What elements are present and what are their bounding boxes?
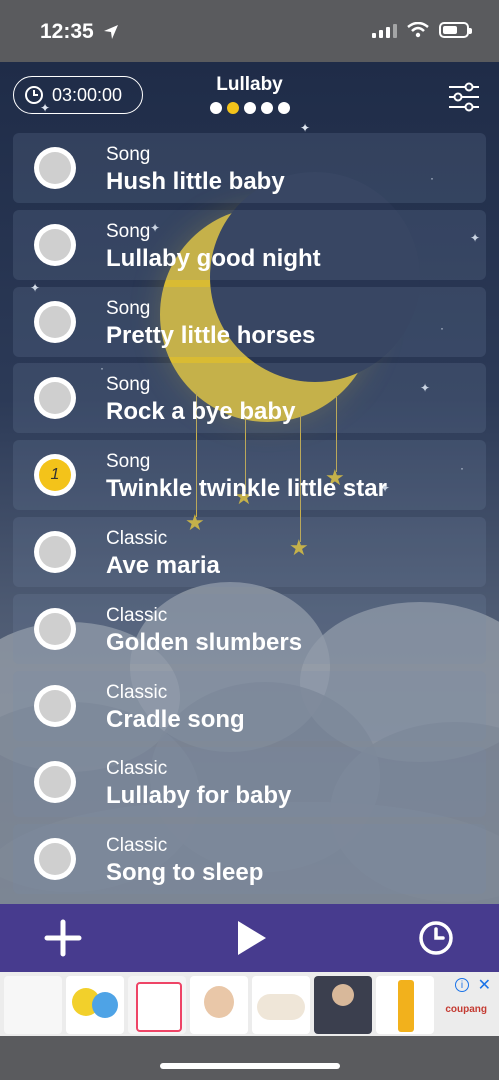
location-arrow-icon <box>104 25 118 39</box>
ad-product-image[interactable] <box>190 976 248 1034</box>
song-row[interactable]: 1 Song Twinkle twinkle little star <box>13 440 486 511</box>
ad-product-image[interactable] <box>4 976 62 1034</box>
song-row[interactable]: Classic Cradle song <box>13 670 486 741</box>
ad-info-icon[interactable]: i <box>455 978 469 992</box>
selection-number <box>39 766 71 798</box>
song-name: Golden slumbers <box>106 628 303 656</box>
song-row[interactable]: Song Pretty little horses <box>13 286 486 357</box>
play-icon[interactable] <box>230 918 270 958</box>
ad-product-image[interactable] <box>66 976 124 1034</box>
song-row[interactable]: Classic Golden slumbers <box>13 593 486 664</box>
song-name: Rock a bye baby <box>106 398 296 426</box>
select-circle[interactable] <box>34 684 76 727</box>
battery-icon <box>439 22 472 38</box>
equalizer-settings-icon[interactable] <box>447 80 481 114</box>
selection-number: 1 <box>50 466 60 484</box>
wifi-icon <box>407 22 429 38</box>
page-dot-active[interactable] <box>227 102 239 114</box>
plus-icon[interactable] <box>43 918 83 958</box>
select-circle[interactable] <box>34 838 76 881</box>
song-name: Lullaby for baby <box>106 782 292 810</box>
selection-number <box>39 382 71 414</box>
select-circle[interactable] <box>34 607 76 650</box>
ad-banner[interactable]: i ✕ coupang <box>0 972 499 1036</box>
selection-number <box>39 843 71 875</box>
song-category: Song <box>106 144 151 165</box>
song-name: Hush little baby <box>106 168 285 195</box>
selection-number <box>39 613 71 645</box>
select-circle[interactable] <box>34 147 76 189</box>
selection-number <box>39 229 71 261</box>
song-name: Cradle song <box>106 705 245 733</box>
select-circle[interactable] <box>34 223 76 266</box>
page-indicator[interactable] <box>210 102 290 114</box>
ad-brand: coupang <box>445 1004 487 1015</box>
status-time: 12:35 <box>40 20 94 43</box>
select-circle[interactable] <box>34 530 76 573</box>
song-category: Classic <box>106 604 168 626</box>
bottom-toolbar <box>0 904 499 972</box>
selected-circle[interactable]: 1 <box>34 454 76 497</box>
select-circle[interactable] <box>34 761 76 804</box>
ad-product-image[interactable] <box>376 976 434 1034</box>
selection-number <box>39 536 71 568</box>
selection-number <box>39 152 71 184</box>
signal-icon <box>372 22 397 38</box>
song-name: Twinkle twinkle little star <box>106 475 387 503</box>
song-name: Lullaby good night <box>106 244 321 272</box>
page-dot[interactable] <box>261 102 273 114</box>
song-row[interactable]: Song Lullaby good night <box>13 209 486 280</box>
song-name: Pretty little horses <box>106 321 316 349</box>
song-category: Classic <box>106 681 168 703</box>
song-category: Classic <box>106 758 168 780</box>
page-dot[interactable] <box>278 102 290 114</box>
song-category: Classic <box>106 835 168 857</box>
song-row[interactable]: Song Hush little baby <box>13 133 486 203</box>
song-row[interactable]: Song Rock a bye baby <box>13 363 486 434</box>
home-indicator-bar <box>0 1036 499 1080</box>
clock-icon[interactable] <box>416 918 456 958</box>
song-category: Song <box>106 374 151 396</box>
select-circle[interactable] <box>34 377 76 420</box>
song-category: Song <box>106 220 151 242</box>
song-row[interactable]: Classic Lullaby for baby <box>13 747 486 818</box>
song-category: Song <box>106 451 151 473</box>
page-dot[interactable] <box>210 102 222 114</box>
ad-close-icon[interactable]: ✕ <box>478 975 491 995</box>
song-row[interactable]: Classic Ave maria <box>13 516 486 587</box>
selection-number <box>39 306 71 338</box>
song-list: Song Hush little baby Song Lullaby good nig… <box>13 133 486 901</box>
song-row[interactable]: Classic Song to sleep <box>13 824 486 895</box>
ad-product-image[interactable] <box>252 976 310 1034</box>
page-title: Lullaby <box>216 74 283 95</box>
song-category: Classic <box>106 527 168 549</box>
ad-product-image[interactable] <box>128 976 186 1034</box>
song-name: Song to sleep <box>106 859 264 887</box>
home-indicator[interactable] <box>160 1063 340 1069</box>
status-bar: 12:35 <box>0 0 499 62</box>
song-category: Song <box>106 297 151 319</box>
selection-number <box>39 690 71 722</box>
ad-product-image[interactable] <box>314 976 372 1034</box>
select-circle[interactable] <box>34 300 76 343</box>
song-name: Ave maria <box>106 551 220 579</box>
page-dot[interactable] <box>244 102 256 114</box>
header: 03:00:00 Lullaby <box>0 62 499 132</box>
